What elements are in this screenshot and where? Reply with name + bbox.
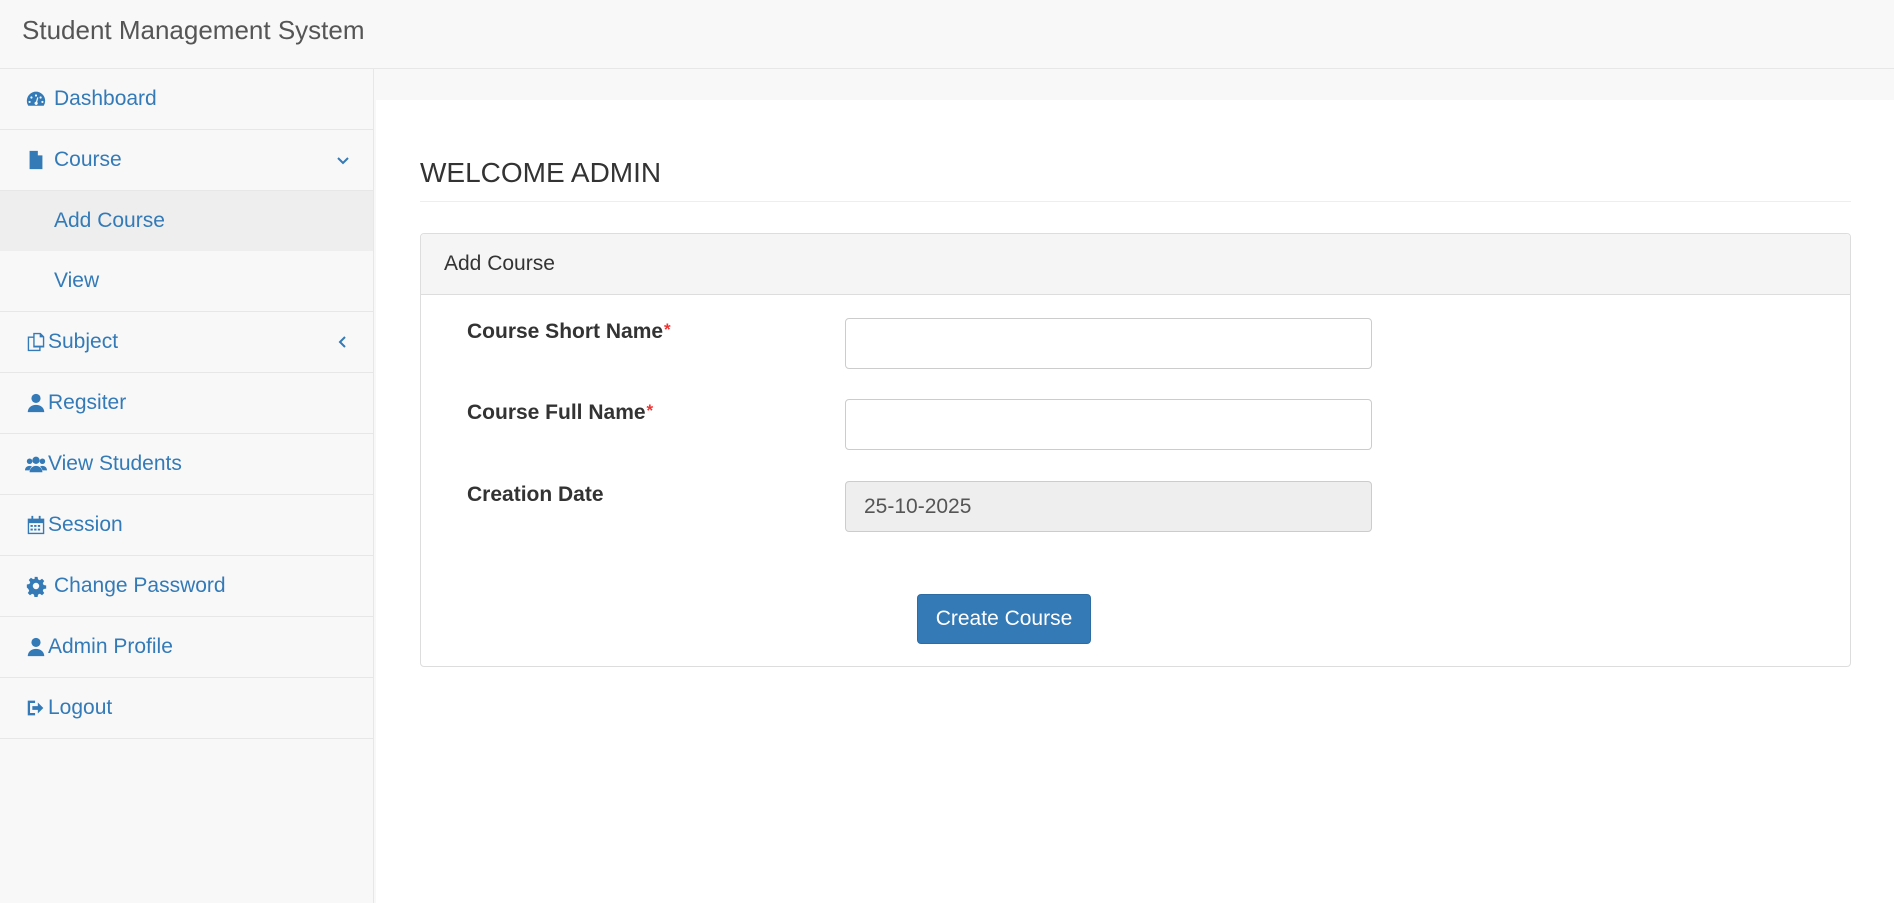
sidebar-item-dashboard[interactable]: Dashboard (0, 69, 373, 130)
page-title: WELCOME ADMIN (420, 157, 662, 188)
top-navbar: Student Management System (0, 0, 1894, 69)
sidebar-subitem-add-course[interactable]: Add Course (0, 191, 373, 251)
sidebar-subitem-view[interactable]: View (0, 251, 373, 312)
copy-icon (24, 330, 48, 354)
sidebar-item-session[interactable]: Session (0, 495, 373, 556)
gear-icon (24, 574, 48, 598)
sidebar-subitem-label: Add Course (54, 209, 165, 232)
sidebar-item-label: Session (48, 513, 123, 536)
calendar-icon (24, 513, 48, 537)
required-marker: * (646, 401, 654, 420)
course-short-name-label: Course Short Name* (467, 320, 671, 344)
chevron-left-icon[interactable] (335, 332, 351, 348)
creation-date-field (845, 481, 1372, 532)
sidebar-item-label: Dashboard (54, 87, 157, 110)
file-icon (24, 148, 48, 172)
label-text: Course Full Name (467, 401, 646, 424)
sidebar-item-label: Logout (48, 696, 113, 719)
dashboard-icon (24, 87, 48, 111)
add-course-panel: Add Course Course Short Name* Course Ful… (420, 233, 1851, 667)
label-text: Creation Date (467, 483, 604, 506)
user-icon (24, 391, 48, 415)
sidebar-item-label: Subject (48, 330, 119, 353)
create-course-button[interactable]: Create Course (917, 594, 1091, 644)
label-text: Course Short Name (467, 320, 664, 343)
main-content: WELCOME ADMIN Add Course Course Short Na… (376, 100, 1894, 903)
chevron-down-icon[interactable] (335, 150, 351, 166)
user-icon (24, 635, 48, 659)
panel-heading: Add Course (421, 234, 1850, 295)
course-full-name-label: Course Full Name* (467, 401, 653, 425)
sidebar-item-change-password[interactable]: Change Password (0, 556, 373, 617)
sidebar-item-subject[interactable]: Subject (0, 312, 373, 373)
sidebar-item-register[interactable]: Regsiter (0, 373, 373, 434)
sign-out-icon (24, 696, 48, 720)
sidebar-subitem-label: View (54, 269, 100, 292)
sidebar-item-label: View Students (48, 452, 182, 475)
sidebar-item-label: Admin Profile (48, 635, 173, 658)
sidebar-item-label: Regsiter (48, 391, 127, 414)
sidebar: Dashboard Course Add Course View Subject… (0, 69, 374, 903)
sidebar-item-course[interactable]: Course (0, 130, 373, 191)
sidebar-item-logout[interactable]: Logout (0, 678, 373, 739)
sidebar-item-label: Course (54, 148, 122, 171)
sidebar-item-view-students[interactable]: View Students (0, 434, 373, 495)
divider (420, 201, 1851, 202)
sidebar-item-admin-profile[interactable]: Admin Profile (0, 617, 373, 678)
sidebar-item-label: Change Password (54, 574, 226, 597)
course-full-name-input[interactable] (845, 399, 1372, 450)
users-icon (24, 452, 48, 476)
panel-title: Add Course (444, 252, 555, 275)
course-short-name-input[interactable] (845, 318, 1372, 369)
creation-date-label: Creation Date (467, 483, 604, 507)
brand-title[interactable]: Student Management System (22, 14, 365, 46)
required-marker: * (664, 320, 671, 339)
